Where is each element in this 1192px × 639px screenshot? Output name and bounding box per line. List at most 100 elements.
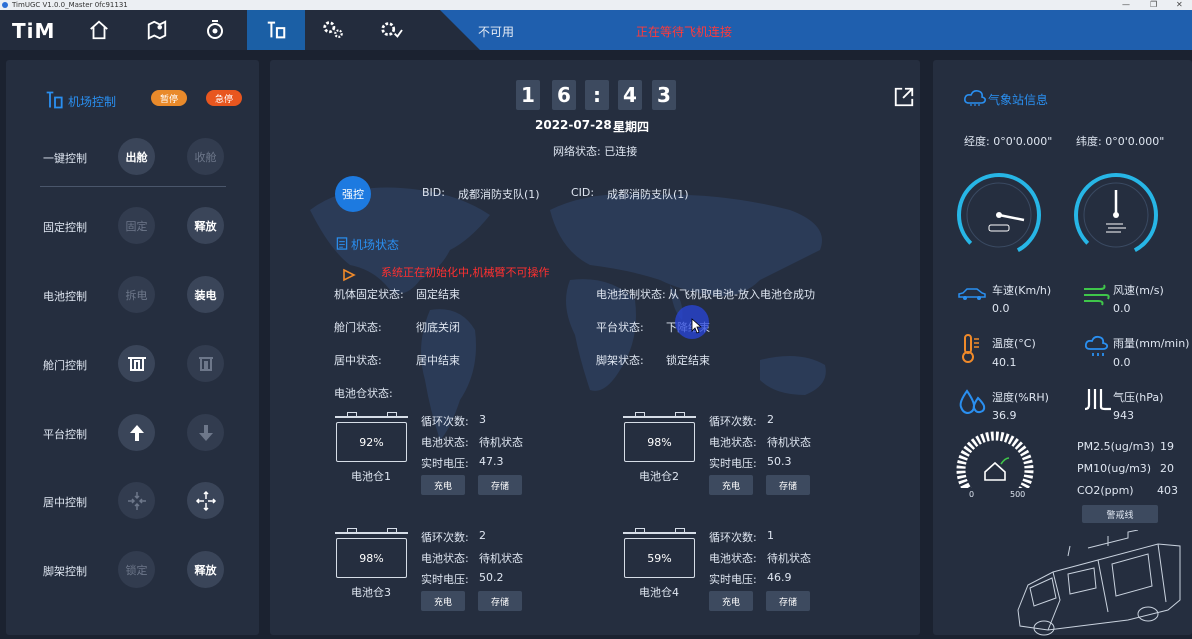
nav-drone-button[interactable] [186, 10, 244, 50]
status-value: 居中结束 [416, 354, 460, 367]
voltage-value: 50.3 [767, 455, 792, 468]
battery-name: 电池仓2 [639, 470, 679, 483]
app-icon [2, 2, 8, 8]
control-button-2-b[interactable]: 释放 [187, 207, 224, 244]
wind-value: 0.0 [1113, 302, 1131, 315]
speed-value: 0.0 [992, 302, 1010, 315]
control-button-6-b[interactable] [187, 482, 224, 519]
nav-airport-button[interactable] [247, 10, 305, 50]
longitude: 经度: 0°0'0.000" [964, 135, 1053, 148]
network-status: 网络状态: 已连接 [553, 145, 638, 158]
document-icon [336, 237, 348, 253]
battery-state-value: 待机状态 [767, 436, 811, 449]
airport-control-icon [44, 90, 66, 113]
charge-button[interactable]: 充电 [421, 475, 465, 495]
control-button-3-a[interactable]: 拆电 [118, 276, 155, 313]
control-button-1-b[interactable]: 收舱 [187, 138, 224, 175]
cycle-value: 1 [767, 529, 774, 542]
control-label: 电池控制 [43, 290, 87, 303]
voltage-label: 实时电压: [421, 457, 469, 470]
voltage-value: 47.3 [479, 455, 504, 468]
connection-status-bar: 不可用 正在等待飞机连接 [440, 10, 1192, 50]
control-label: 固定控制 [43, 221, 87, 234]
weekday-text: 星期四 [613, 120, 650, 134]
wind-label: 风速(m/s) [1113, 284, 1164, 297]
alarm-line-button[interactable]: 警戒线 [1082, 505, 1158, 523]
battery-section-title: 电池仓状态: [334, 387, 393, 400]
aqi-max: 500 [1010, 490, 1026, 499]
status-value: 固定结束 [416, 288, 460, 301]
airport-control-title: 机场控制 [68, 95, 117, 109]
store-button[interactable]: 存储 [766, 475, 810, 495]
status-value: 锁定结束 [666, 354, 710, 367]
nav-home-button[interactable] [70, 10, 128, 50]
door-close-icon [198, 356, 213, 371]
battery-state-label: 电池状态: [421, 552, 469, 565]
status-waiting: 正在等待飞机连接 [636, 25, 733, 39]
arrow-down-icon [198, 424, 213, 441]
cycle-label: 循环次数: [709, 415, 757, 428]
humidity-value: 36.9 [992, 409, 1017, 422]
pressure-icon [1083, 387, 1113, 416]
nav-settings-button[interactable] [304, 10, 362, 50]
voltage-value: 46.9 [767, 571, 792, 584]
force-control-button[interactable]: 强控 [335, 176, 371, 212]
maximize-icon[interactable]: ❐ [1150, 0, 1157, 10]
wind-icon [1082, 283, 1110, 310]
external-link-icon[interactable] [893, 86, 915, 111]
warning-icon [342, 268, 356, 285]
battery-top-line [623, 416, 696, 418]
charge-button[interactable]: 充电 [421, 591, 465, 611]
nav-map-button[interactable] [128, 10, 186, 50]
rain-label: 雨量(mm/min) [1113, 337, 1190, 350]
cycle-label: 循环次数: [421, 531, 469, 544]
control-button-3-b[interactable]: 装电 [187, 276, 224, 313]
divider [40, 186, 226, 187]
control-button-5-a[interactable] [118, 414, 155, 451]
battery-top-line [623, 532, 696, 534]
weather-title: 气象站信息 [988, 93, 1049, 107]
cycle-value: 2 [767, 413, 774, 426]
thermometer-icon [960, 333, 982, 366]
voltage-label: 实时电压: [421, 573, 469, 586]
control-button-6-a[interactable] [118, 482, 155, 519]
cursor-icon [691, 318, 703, 337]
control-label: 一键控制 [43, 152, 87, 165]
nav-config-button[interactable] [362, 10, 420, 50]
pressure-value: 943 [1113, 409, 1134, 422]
control-button-4-a[interactable] [118, 345, 155, 382]
charge-button[interactable]: 充电 [709, 475, 753, 495]
charge-button[interactable]: 充电 [709, 591, 753, 611]
emergency-stop-button[interactable]: 急停 [206, 90, 242, 106]
map-icon [147, 20, 167, 40]
voltage-label: 实时电压: [709, 457, 757, 470]
close-icon[interactable]: ✕ [1176, 0, 1183, 10]
control-button-7-b[interactable]: 释放 [187, 551, 224, 588]
voltage-label: 实时电压: [709, 573, 757, 586]
cycle-value: 3 [479, 413, 486, 426]
speed-gauge [957, 173, 1041, 257]
store-button[interactable]: 存储 [478, 591, 522, 611]
control-button-4-b[interactable] [187, 345, 224, 382]
store-button[interactable]: 存储 [766, 591, 810, 611]
control-button-5-b[interactable] [187, 414, 224, 451]
control-button-7-a[interactable]: 锁定 [118, 551, 155, 588]
status-label: 机体固定状态: [334, 288, 404, 301]
window-title: TimUGC V1.0.0_Master 0fc91131 [12, 1, 128, 9]
battery-level: 92% [336, 422, 407, 462]
cycle-value: 2 [479, 529, 486, 542]
control-button-1-a[interactable]: 出舱 [118, 138, 155, 175]
status-value: 彻底关闭 [416, 321, 460, 334]
control-label: 脚架控制 [43, 565, 87, 578]
minimize-icon[interactable]: — [1122, 0, 1130, 10]
cycle-label: 循环次数: [709, 531, 757, 544]
battery-level: 59% [624, 538, 695, 578]
rain-icon [1084, 334, 1112, 363]
wind-gauge [1074, 173, 1158, 257]
store-button[interactable]: 存储 [478, 475, 522, 495]
control-button-2-a[interactable]: 固定 [118, 207, 155, 244]
pm25-label: PM2.5(ug/m3) [1077, 440, 1155, 453]
pause-button[interactable]: 暂停 [151, 90, 187, 106]
date-text: 2022-07-28 [535, 118, 612, 132]
config-icon [381, 22, 403, 38]
